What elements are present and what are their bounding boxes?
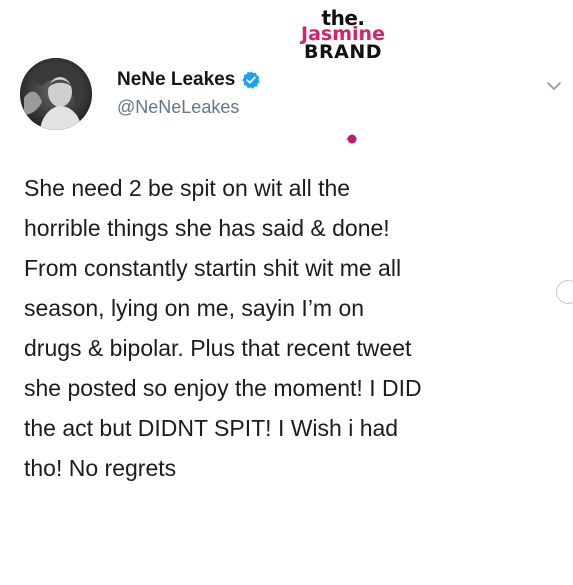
pink-dot-icon <box>345 134 357 144</box>
avatar[interactable] <box>20 58 92 130</box>
verified-badge-icon <box>242 71 261 89</box>
avatar-photo <box>20 58 92 130</box>
tweet-author[interactable]: NeNe Leakes <box>117 69 261 91</box>
display-name[interactable]: NeNe Leakes <box>117 69 235 91</box>
tweet-text: She need 2 be spit on wit all the horrib… <box>24 175 422 481</box>
chevron-down-icon[interactable] <box>546 80 562 92</box>
watermark-brand: BRAND <box>304 41 382 63</box>
jasmine-brand-watermark: the. Jasmine BRAND <box>268 8 418 62</box>
user-handle[interactable]: @NeNeLeakes <box>117 97 239 118</box>
